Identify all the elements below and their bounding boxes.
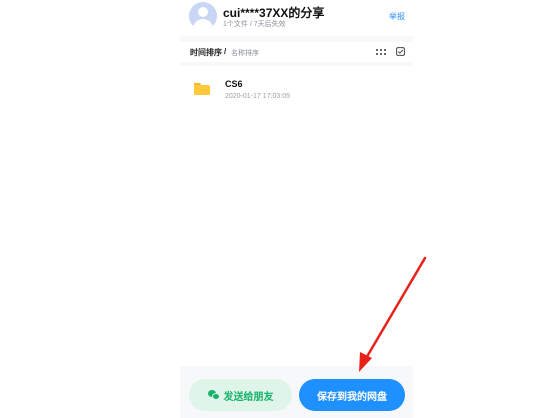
sort-by-name[interactable]: 名称排序 (231, 48, 259, 58)
file-date: 2020-01-17 17:03:05 (225, 93, 290, 100)
wechat-icon (207, 390, 220, 400)
file-name[interactable]: CS6 (225, 79, 243, 89)
report-link[interactable]: 举报 (389, 11, 405, 22)
send-to-friend-button[interactable]: 发送给朋友 (189, 379, 292, 411)
share-meta: 1个文件 / 7天后失效 (223, 21, 286, 28)
share-page: cui****37XX的分享 1个文件 / 7天后失效 举报 时间排序 / 名称… (0, 0, 543, 418)
sort-by-time[interactable]: 时间排序 (190, 47, 222, 58)
select-checkbox-icon[interactable] (396, 47, 405, 56)
save-to-drive-button[interactable]: 保存到我的网盘 (299, 379, 405, 411)
sort-separator: / (224, 47, 227, 56)
send-button-label: 发送给朋友 (223, 391, 274, 403)
grid-view-icon[interactable] (376, 49, 386, 56)
save-button-label: 保存到我的网盘 (317, 391, 387, 403)
avatar (189, 2, 217, 30)
file-list (180, 66, 413, 366)
folder-icon (194, 83, 210, 95)
list-item[interactable] (180, 72, 413, 106)
